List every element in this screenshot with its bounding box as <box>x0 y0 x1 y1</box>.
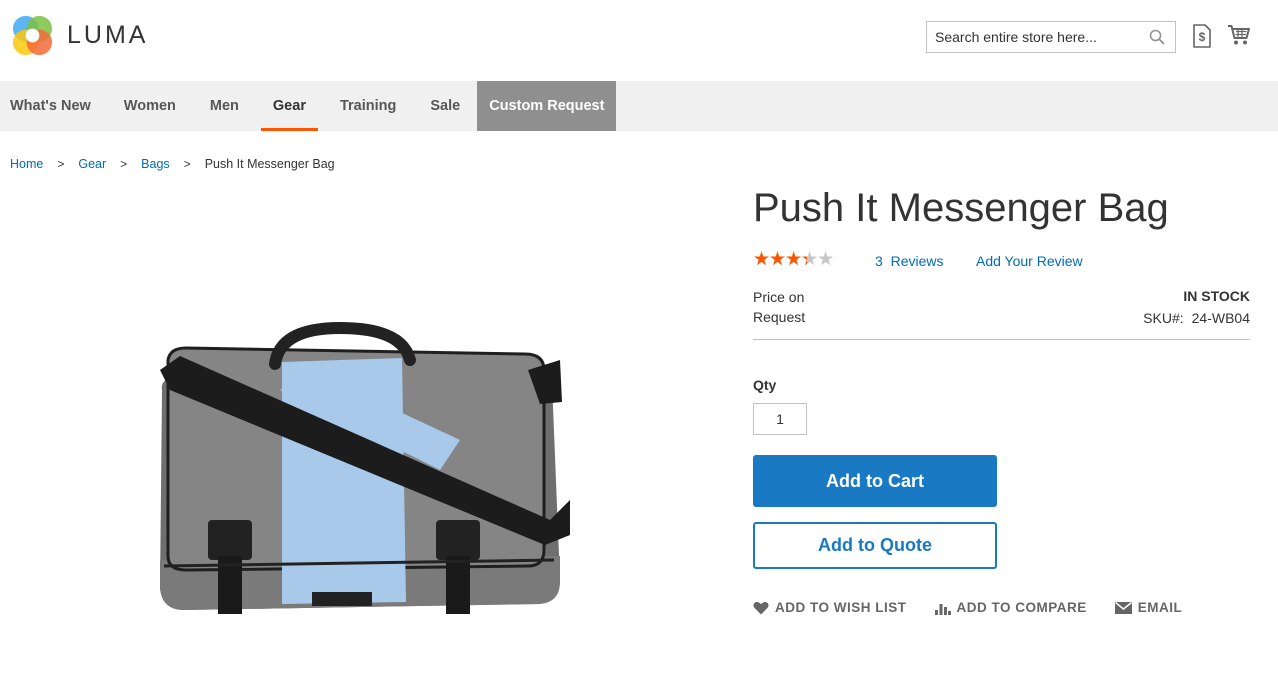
sku: SKU#: 24-WB04 <box>1143 310 1250 326</box>
rating-stars: ★★★★★ ★★★★★ <box>753 251 843 269</box>
header: LUMA $ <box>0 0 1278 81</box>
email-label: EMAIL <box>1137 600 1183 615</box>
heart-icon <box>753 601 769 614</box>
product-title: Push It Messenger Bag <box>753 186 1169 230</box>
luma-logo[interactable]: LUMA <box>10 12 160 58</box>
add-to-cart-button[interactable]: Add to Cart <box>753 455 997 507</box>
compare-icon <box>934 603 951 615</box>
breadcrumb-separator: > <box>57 157 65 171</box>
rating: ★★★★★ ★★★★★ <box>753 251 843 269</box>
sku-label: SKU#: <box>1143 310 1184 326</box>
reviews-link[interactable]: 3 Reviews <box>875 253 943 269</box>
add-to-quote-button[interactable]: Add to Quote <box>753 522 997 569</box>
breadcrumb-home[interactable]: Home <box>10 157 43 171</box>
cart-icon[interactable] <box>1227 24 1251 46</box>
nav-item-sale[interactable]: Sale <box>413 81 477 131</box>
add-to-compare-label: ADD TO COMPARE <box>956 600 1087 615</box>
search-input[interactable] <box>927 22 1137 52</box>
add-to-wishlist-link[interactable]: ADD TO WISH LIST <box>753 600 907 615</box>
luma-logo-icon <box>12 15 53 55</box>
reviews-label: Reviews <box>890 253 944 269</box>
email-icon <box>1114 601 1132 614</box>
add-review-link[interactable]: Add Your Review <box>976 253 1083 269</box>
product-image[interactable] <box>140 320 580 630</box>
breadcrumb: Home > Gear > Bags > Push It Messenger B… <box>10 157 335 171</box>
add-to-compare-link[interactable]: ADD TO COMPARE <box>934 600 1087 615</box>
breadcrumb-separator: > <box>120 157 128 171</box>
sku-value: 24-WB04 <box>1191 310 1250 326</box>
qty-input[interactable] <box>753 403 807 435</box>
search-icon[interactable] <box>1149 29 1165 45</box>
nav-item-men[interactable]: Men <box>193 81 256 131</box>
search-box <box>926 21 1176 53</box>
nav-item-training[interactable]: Training <box>323 81 413 131</box>
add-to-wishlist-label: ADD TO WISH LIST <box>775 600 907 615</box>
logo-text: LUMA <box>67 20 149 49</box>
divider <box>753 339 1250 340</box>
nav-item-custom-request[interactable]: Custom Request <box>477 81 617 131</box>
nav-item-women[interactable]: Women <box>107 81 193 131</box>
nav-item-whats-new[interactable]: What's New <box>0 81 107 131</box>
breadcrumb-gear[interactable]: Gear <box>78 157 106 171</box>
stock-status: IN STOCK <box>1183 288 1250 304</box>
rating-stars-filled: ★★★★★ <box>753 251 807 269</box>
price-on-request: Price on Request <box>753 289 806 325</box>
product-actions: ADD TO WISH LIST ADD TO COMPARE EMAIL <box>753 600 1182 615</box>
main-nav: What's New Women Men Gear Training Sale … <box>0 81 1278 131</box>
breadcrumb-current: Push It Messenger Bag <box>204 157 335 171</box>
qty-label: Qty <box>753 377 777 393</box>
quote-icon[interactable]: $ <box>1192 24 1212 48</box>
svg-text:$: $ <box>1199 30 1206 44</box>
breadcrumb-bags[interactable]: Bags <box>141 157 170 171</box>
nav-item-gear[interactable]: Gear <box>260 81 319 131</box>
email-link[interactable]: EMAIL <box>1114 600 1183 615</box>
breadcrumb-separator: > <box>183 157 191 171</box>
reviews-count: 3 <box>875 253 883 269</box>
